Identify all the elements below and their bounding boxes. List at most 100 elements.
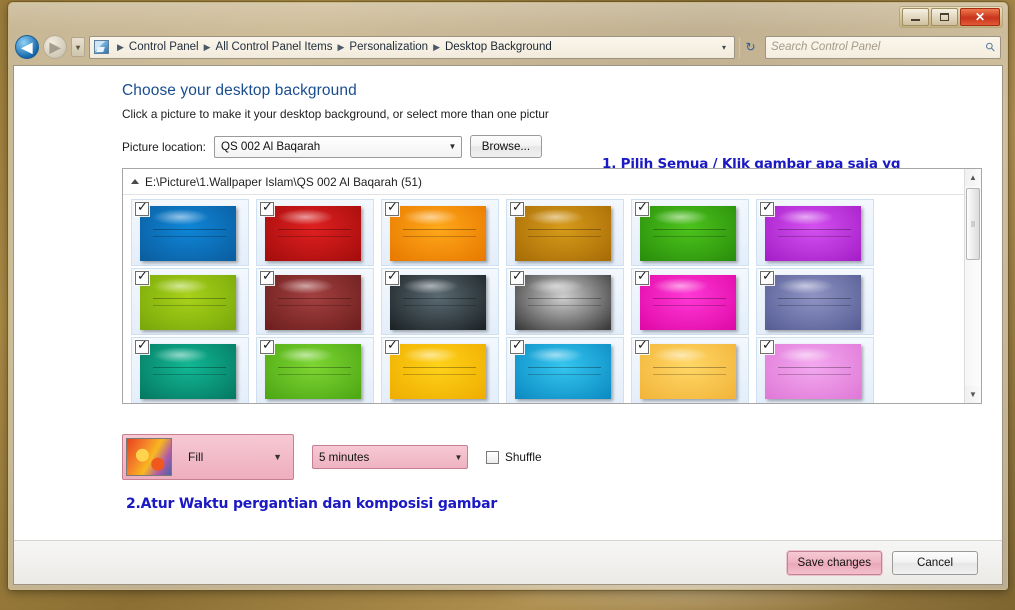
wallpaper-cell[interactable] [256,337,374,403]
wallpaper-cell[interactable] [256,199,374,266]
search-input[interactable]: Search Control Panel [771,41,986,53]
picture-location-dropdown[interactable]: QS 002 Al Baqarah ▼ [213,135,462,158]
wallpaper-text-lines [403,226,477,244]
shuffle-control[interactable]: Shuffle [486,450,542,464]
breadcrumb-item-control-panel[interactable]: Control Panel [129,41,199,53]
wallpaper-thumbnail[interactable] [765,275,861,330]
browse-button[interactable]: Browse... [469,135,542,158]
wallpaper-checkbox[interactable] [260,200,274,216]
wallpaper-thumbnail[interactable] [390,206,486,261]
main-content: Choose your desktop background Click a p… [14,66,1002,540]
close-button[interactable]: ✕ [960,8,1000,26]
wallpaper-thumbnail[interactable] [140,206,236,261]
wallpaper-checkbox[interactable] [760,200,774,216]
wallpaper-cell[interactable] [381,337,499,403]
cancel-button[interactable]: Cancel [892,550,978,575]
wallpaper-thumbnail[interactable] [640,275,736,330]
minimize-button[interactable] [902,8,929,26]
wallpaper-thumbnail[interactable] [265,206,361,261]
wallpaper-cell[interactable] [131,337,249,403]
wallpaper-checkbox[interactable] [135,200,149,216]
scrollbar-thumb[interactable] [966,188,980,260]
shuffle-checkbox[interactable] [486,450,499,464]
wallpaper-cell[interactable] [756,199,874,266]
breadcrumb-bar[interactable]: ▶ Control Panel ▶ All Control Panel Item… [89,35,735,59]
vertical-scrollbar[interactable]: ▲ ▼ [964,169,981,403]
wallpaper-thumbnail[interactable] [765,206,861,261]
wallpaper-thumbnail[interactable] [515,275,611,330]
wallpaper-text-lines [403,364,477,382]
wallpaper-thumbnail[interactable] [140,344,236,399]
wallpaper-thumbnail[interactable] [390,275,486,330]
wallpaper-checkbox[interactable] [260,269,274,285]
wallpaper-thumbnail[interactable] [265,275,361,330]
address-bar: ◀ ▶ ▾ ▶ Control Panel ▶ All Control Pane… [15,31,1001,63]
wallpaper-thumbnail[interactable] [765,344,861,399]
wallpaper-checkbox[interactable] [635,200,649,216]
wallpaper-cell[interactable] [506,199,624,266]
wallpaper-checkbox[interactable] [760,269,774,285]
breadcrumb-item-personalization[interactable]: Personalization [349,41,428,53]
change-interval-value: 5 minutes [319,450,370,464]
maximize-button[interactable] [931,8,958,26]
folder-group-header[interactable]: E:\Picture\1.Wallpaper Islam\QS 002 Al B… [123,169,981,195]
breadcrumb-item-all-control-panel-items[interactable]: All Control Panel Items [216,41,333,53]
wallpaper-cell[interactable] [756,337,874,403]
chevron-down-icon[interactable]: ▾ [716,37,732,58]
wallpaper-checkbox[interactable] [510,269,524,285]
wallpaper-checkbox[interactable] [135,338,149,354]
change-interval-dropdown[interactable]: 5 minutes ▼ [312,445,468,469]
refresh-icon[interactable]: ↻ [739,36,761,58]
wallpaper-thumbnail[interactable] [640,206,736,261]
back-button[interactable]: ◀ [15,35,39,59]
wallpaper-checkbox[interactable] [510,200,524,216]
wallpaper-cell[interactable] [756,268,874,335]
breadcrumb-item-desktop-background[interactable]: Desktop Background [445,41,552,53]
wallpaper-cell[interactable] [256,268,374,335]
shuffle-label: Shuffle [505,450,542,464]
save-changes-button[interactable]: Save changes [786,550,882,575]
wallpaper-cell[interactable] [631,337,749,403]
wallpaper-text-lines [153,364,227,382]
wallpaper-thumbnail[interactable] [640,344,736,399]
scroll-down-icon[interactable]: ▼ [965,386,981,403]
flower-thumbnail [126,438,172,476]
wallpaper-cell[interactable] [631,268,749,335]
wallpaper-checkbox[interactable] [385,338,399,354]
folder-icon [94,40,109,54]
wallpaper-cell[interactable] [131,268,249,335]
wallpaper-cell[interactable] [381,199,499,266]
wallpaper-cell[interactable] [631,199,749,266]
wallpaper-thumbnail[interactable] [265,344,361,399]
wallpaper-thumbnail[interactable] [140,275,236,330]
wallpaper-checkbox[interactable] [510,338,524,354]
wallpaper-thumbnail[interactable] [390,344,486,399]
wallpaper-cell[interactable] [506,337,624,403]
wallpaper-checkbox[interactable] [135,269,149,285]
scroll-up-icon[interactable]: ▲ [965,169,981,186]
picture-position-dropdown[interactable]: Fill ▼ [122,434,294,480]
wallpaper-list: E:\Picture\1.Wallpaper Islam\QS 002 Al B… [122,168,982,404]
page-subtitle: Click a picture to make it your desktop … [122,107,549,121]
wallpaper-cell[interactable] [131,199,249,266]
wallpaper-thumbnail[interactable] [515,206,611,261]
picture-position-row: Fill ▼ 5 minutes ▼ Shuffle [122,434,982,480]
wallpaper-cell[interactable] [506,268,624,335]
breadcrumb-separator-icon: ▶ [337,41,345,52]
breadcrumb-separator-icon: ▶ [117,41,124,52]
forward-button[interactable]: ▶ [43,35,67,59]
wallpaper-text-lines [778,364,852,382]
wallpaper-cell[interactable] [381,268,499,335]
wallpaper-checkbox[interactable] [385,200,399,216]
wallpaper-checkbox[interactable] [635,338,649,354]
wallpaper-checkbox[interactable] [385,269,399,285]
window-title-bar: ✕ [9,3,1007,31]
wallpaper-checkbox[interactable] [635,269,649,285]
wallpaper-thumbnail[interactable] [515,344,611,399]
wallpaper-text-lines [778,226,852,244]
collapse-triangle-icon[interactable] [131,179,139,184]
search-box[interactable]: Search Control Panel ⚲ [765,35,1001,59]
wallpaper-checkbox[interactable] [760,338,774,354]
recent-pages-dropdown-icon[interactable]: ▾ [71,37,85,57]
wallpaper-checkbox[interactable] [260,338,274,354]
